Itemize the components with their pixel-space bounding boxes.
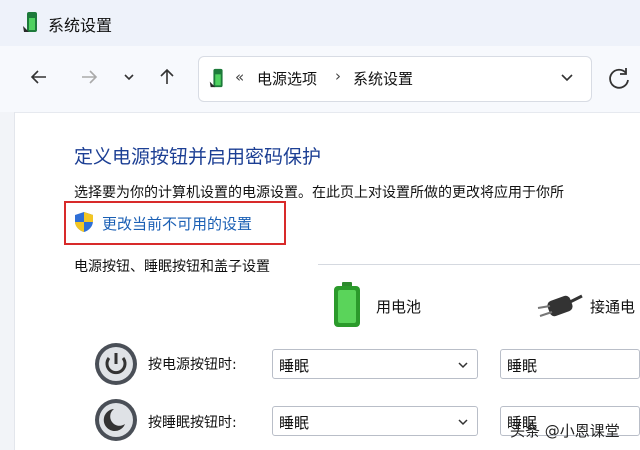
battery-icon: [334, 282, 360, 327]
watermark: 头条 @小恩课堂: [510, 422, 620, 440]
chevron-down-icon: [458, 419, 468, 426]
column-header-plugged-in: 接通电: [590, 298, 636, 316]
sleep-button-battery-select[interactable]: 睡眠: [272, 406, 478, 436]
window-title: 系统设置: [48, 16, 113, 35]
up-button[interactable]: [152, 62, 182, 92]
power-options-icon: [209, 68, 223, 88]
breadcrumb-power-options[interactable]: 电源选项: [257, 68, 317, 89]
forward-button[interactable]: [74, 62, 104, 92]
arrow-up-icon: [160, 68, 174, 84]
breadcrumb-overflow[interactable]: «: [235, 68, 244, 86]
group-title: 电源按钮、睡眠按钮和盖子设置: [74, 259, 270, 275]
address-bar[interactable]: « 电源选项 › 系统设置: [198, 56, 592, 102]
power-button-icon: [95, 343, 137, 385]
chevron-right-icon: ›: [335, 67, 341, 85]
column-header-battery: 用电池: [376, 298, 422, 316]
refresh-icon[interactable]: [604, 64, 634, 94]
page-title: 定义电源按钮并启用密码保护: [74, 146, 322, 168]
chevron-down-icon: [458, 362, 468, 369]
page-description: 选择要为你的计算机设置的电源设置。在此页上对设置所做的更改将应用于你所: [74, 185, 564, 201]
chevron-down-icon: [124, 74, 134, 81]
power-button-label: 按电源按钮时:: [148, 357, 237, 373]
power-button-plugged-select[interactable]: 睡眠: [500, 349, 640, 379]
select-value: 睡眠: [279, 357, 310, 375]
navigation-pane-edge: [0, 112, 15, 450]
back-button[interactable]: [24, 62, 54, 92]
uac-shield-icon: [75, 212, 93, 232]
arrow-left-icon: [30, 70, 46, 84]
arrow-right-icon: [82, 70, 98, 84]
sleep-button-icon: [95, 399, 137, 441]
plug-icon: [537, 294, 583, 317]
power-button-battery-select[interactable]: 睡眠: [272, 349, 478, 379]
sleep-button-label: 按睡眠按钮时:: [148, 415, 237, 431]
power-options-icon: [23, 12, 37, 32]
breadcrumb-system-settings[interactable]: 系统设置: [353, 68, 413, 89]
change-unavailable-settings-link[interactable]: 更改当前不可用的设置: [102, 213, 252, 234]
group-divider: [318, 264, 640, 265]
chevron-down-icon[interactable]: [559, 69, 575, 85]
recent-locations-button[interactable]: [114, 62, 144, 92]
select-value: 睡眠: [507, 357, 538, 375]
select-value: 睡眠: [279, 414, 310, 432]
